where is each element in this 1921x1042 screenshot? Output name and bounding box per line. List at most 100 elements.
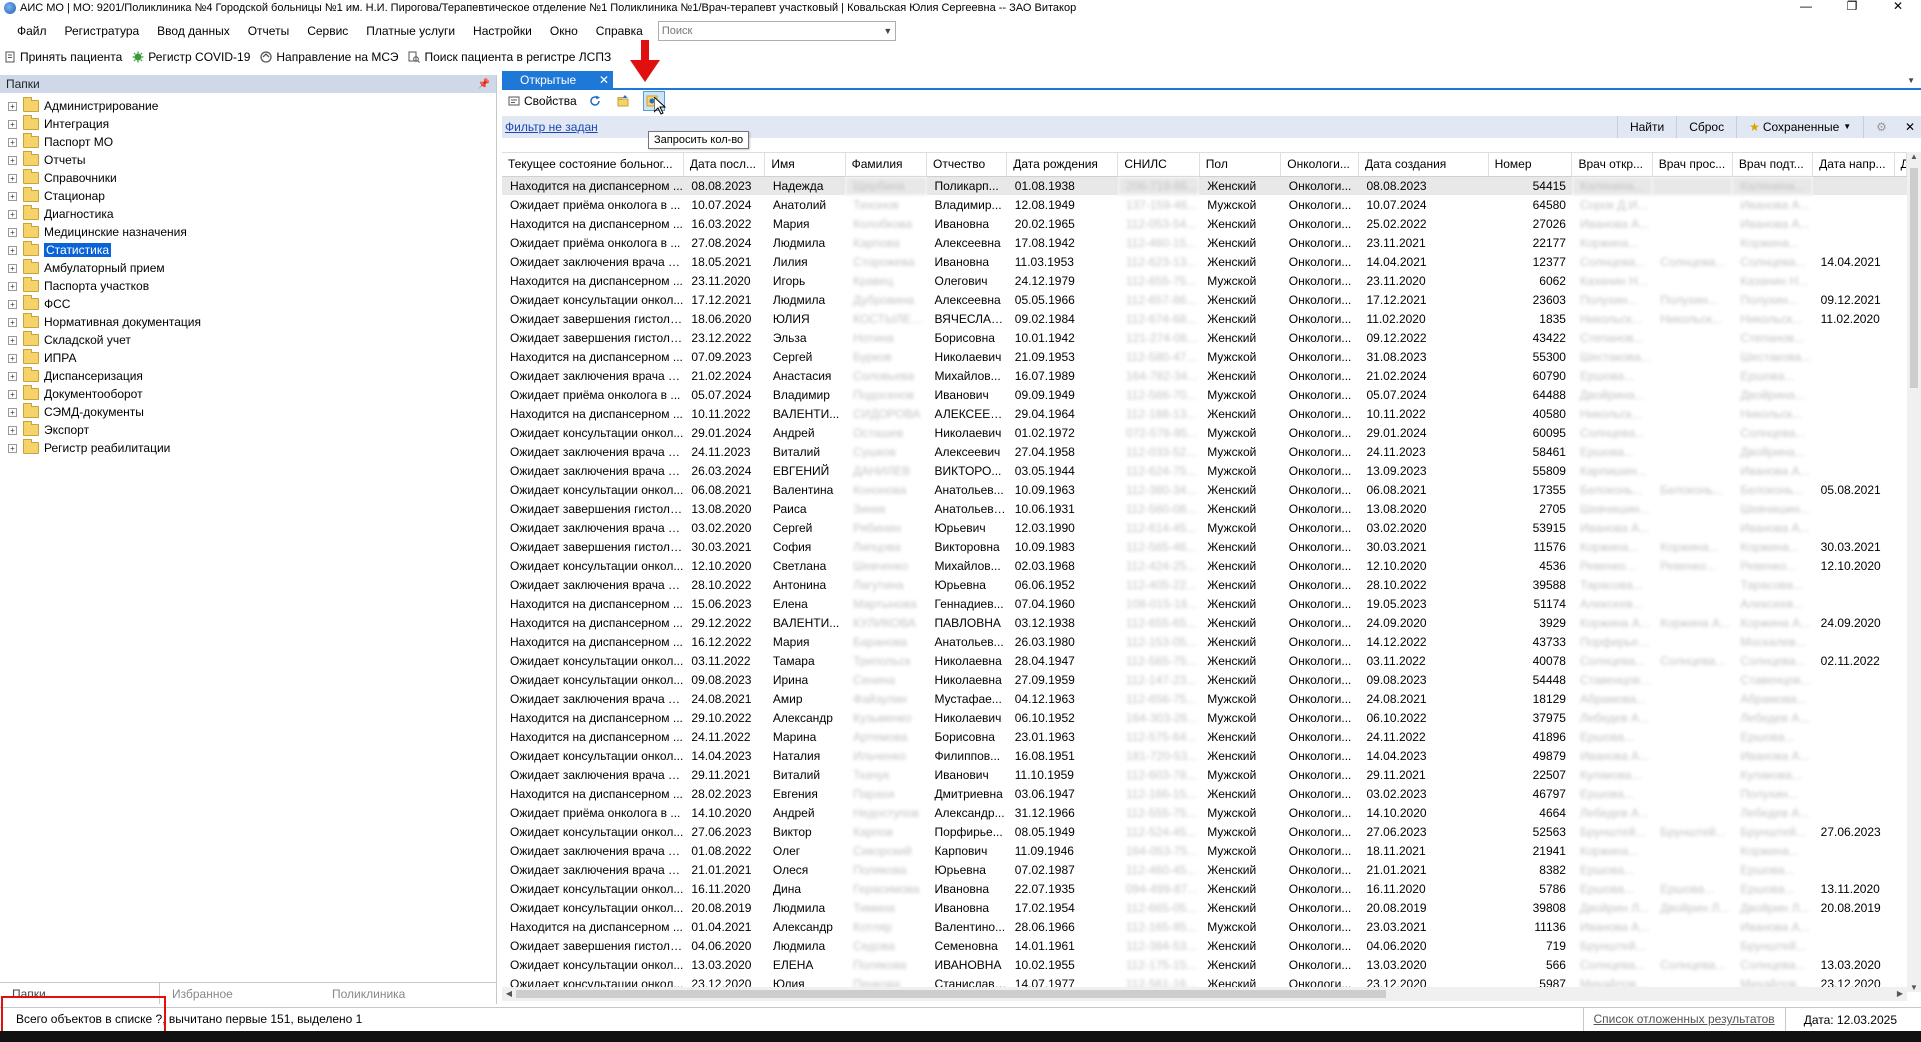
menu-paid-services[interactable]: Платные услуги: [357, 24, 464, 38]
table-row[interactable]: Ожидает заключения врача п... 01.08.2022 О…: [502, 841, 1907, 860]
chevron-down-icon[interactable]: ▼: [881, 26, 895, 36]
table-row[interactable]: Находится на диспансерном ... 29.10.2022 А…: [502, 708, 1907, 727]
expand-icon[interactable]: +: [8, 335, 17, 345]
folder-item[interactable]: + Стационар: [0, 187, 496, 205]
table-row[interactable]: Ожидает консультации онкол... 29.01.2024 А…: [502, 423, 1907, 442]
covid-register-button[interactable]: Регистр COVID-19: [132, 50, 250, 64]
scroll-down-icon[interactable]: ▼: [1907, 983, 1921, 992]
table-row[interactable]: Ожидает завершения гистоло... 13.08.2020 Р…: [502, 499, 1907, 518]
expand-icon[interactable]: +: [8, 263, 17, 273]
folder-item[interactable]: + СЭМД-документы: [0, 403, 496, 421]
menu-reports[interactable]: Отчеты: [239, 24, 298, 38]
expand-icon[interactable]: +: [8, 173, 17, 183]
table-row[interactable]: Ожидает завершения гистоло... 23.12.2022 Э…: [502, 328, 1907, 347]
folder-item[interactable]: + Регистр реабилитации: [0, 439, 496, 457]
folder-item[interactable]: + Паспорта участков: [0, 277, 496, 295]
filter-settings-icon[interactable]: ⚙: [1863, 116, 1899, 138]
expand-icon[interactable]: +: [8, 191, 17, 201]
table-row[interactable]: Ожидает завершения гистоло... 30.03.2021 С…: [502, 537, 1907, 556]
maximize-button[interactable]: ❐: [1829, 0, 1875, 12]
expand-icon[interactable]: +: [8, 425, 17, 435]
expand-icon[interactable]: +: [8, 209, 17, 219]
column-header[interactable]: СНИЛС: [1117, 153, 1200, 177]
expand-icon[interactable]: +: [8, 245, 17, 255]
table-row[interactable]: Ожидает завершения гистоло... 18.06.2020 Ю…: [502, 309, 1907, 328]
expand-icon[interactable]: +: [8, 299, 17, 309]
filter-link[interactable]: Фильтр не задан: [505, 120, 598, 134]
menu-data-entry[interactable]: Ввод данных: [148, 24, 239, 38]
table-row[interactable]: Ожидает приёма онколога в ... 27.08.2024 Л…: [502, 233, 1907, 252]
tab-favorites[interactable]: Избранное: [160, 983, 320, 1004]
folder-item[interactable]: + Интеграция: [0, 115, 496, 133]
folder-item[interactable]: + Справочники: [0, 169, 496, 187]
expand-icon[interactable]: +: [8, 119, 17, 129]
column-header[interactable]: Пол: [1199, 153, 1282, 177]
column-header[interactable]: Врач откр...: [1571, 153, 1653, 177]
table-row[interactable]: Ожидает консультации онкол... 20.08.2019 Л…: [502, 898, 1907, 917]
table-row[interactable]: Находится на диспансерном ... 08.08.2023 Н…: [502, 176, 1907, 195]
vertical-scroll-thumb[interactable]: [1910, 168, 1918, 388]
table-row[interactable]: Ожидает заключения врача п... 18.05.2021 Л…: [502, 252, 1907, 271]
table-row[interactable]: Находится на диспансерном ... 23.11.2020 И…: [502, 271, 1907, 290]
expand-icon[interactable]: +: [8, 101, 17, 111]
column-header[interactable]: Дата рождения: [1006, 153, 1119, 177]
folder-item[interactable]: + Нормативная документация: [0, 313, 496, 331]
folder-item[interactable]: + Документооборот: [0, 385, 496, 403]
expand-icon[interactable]: +: [8, 227, 17, 237]
folder-item[interactable]: + Диагностика: [0, 205, 496, 223]
table-row[interactable]: Ожидает заключения врача п... 28.10.2022 А…: [502, 575, 1907, 594]
expand-icon[interactable]: +: [8, 371, 17, 381]
column-header[interactable]: Имя: [764, 153, 846, 177]
reset-button[interactable]: Сброс: [1676, 116, 1736, 138]
expand-icon[interactable]: +: [8, 155, 17, 165]
folder-item[interactable]: + Администрирование: [0, 97, 496, 115]
table-row[interactable]: Ожидает заключения врача п... 21.02.2024 А…: [502, 366, 1907, 385]
expand-icon[interactable]: +: [8, 353, 17, 363]
table-row[interactable]: Ожидает заключения врача п... 03.02.2020 С…: [502, 518, 1907, 537]
column-header[interactable]: Фамилия: [845, 153, 928, 177]
tab-polyclinic[interactable]: Поликлиника: [320, 983, 480, 1004]
expand-icon[interactable]: +: [8, 443, 17, 453]
table-row[interactable]: Ожидает консультации онкол... 16.11.2020 Д…: [502, 879, 1907, 898]
column-header[interactable]: Текущее состояние больног...: [502, 153, 684, 177]
expand-icon[interactable]: +: [8, 281, 17, 291]
table-row[interactable]: Находится на диспансерном ... 01.04.2021 А…: [502, 917, 1907, 936]
table-row[interactable]: Ожидает заключения врача п... 21.01.2021 О…: [502, 860, 1907, 879]
saved-filters-button[interactable]: ★ Сохраненные ▼: [1736, 116, 1863, 138]
column-header[interactable]: Врач подт...: [1732, 153, 1814, 177]
refresh-button[interactable]: [587, 91, 607, 111]
horizontal-scroll-thumb[interactable]: [516, 990, 1386, 998]
menu-file[interactable]: Файл: [8, 24, 56, 38]
column-header[interactable]: Дата посл...: [683, 153, 766, 177]
table-row[interactable]: Ожидает консультации онкол... 06.08.2021 В…: [502, 480, 1907, 499]
column-header[interactable]: Номер: [1488, 153, 1573, 177]
close-window-button[interactable]: ✕: [1875, 0, 1921, 12]
close-filter-icon[interactable]: ✕: [1899, 116, 1921, 138]
expand-icon[interactable]: +: [8, 137, 17, 147]
column-header[interactable]: Онкологи...: [1280, 153, 1359, 177]
table-row[interactable]: Ожидает консультации онкол... 03.11.2022 Т…: [502, 651, 1907, 670]
table-row[interactable]: Ожидает заключения врача п... 24.08.2021 А…: [502, 689, 1907, 708]
table-row[interactable]: Находится на диспансерном ... 10.11.2022 В…: [502, 404, 1907, 423]
table-row[interactable]: Ожидает заключения врача п... 26.03.2024 Е…: [502, 461, 1907, 480]
scroll-up-icon[interactable]: ▲: [1907, 152, 1921, 161]
table-row[interactable]: Находится на диспансерном ... 28.02.2023 Е…: [502, 784, 1907, 803]
folder-item[interactable]: + Складской учет: [0, 331, 496, 349]
table-row[interactable]: Ожидает консультации онкол... 27.06.2023 В…: [502, 822, 1907, 841]
pin-icon[interactable]: 📌: [478, 79, 490, 90]
column-header[interactable]: Дата напр...: [1812, 153, 1895, 177]
table-row[interactable]: Находится на диспансерном ... 16.03.2022 М…: [502, 214, 1907, 233]
expand-icon[interactable]: +: [8, 317, 17, 327]
table-row[interactable]: Ожидает консультации онкол... 14.04.2023 Н…: [502, 746, 1907, 765]
table-row[interactable]: Находится на диспансерном ... 15.06.2023 Е…: [502, 594, 1907, 613]
properties-button[interactable]: Свойства: [506, 91, 579, 111]
scroll-right-icon[interactable]: ▶: [1893, 987, 1907, 1001]
folder-item[interactable]: + Амбулаторный прием: [0, 259, 496, 277]
column-header[interactable]: Д: [1894, 153, 1907, 177]
tab-open-documents[interactable]: Открытые ✕: [502, 71, 613, 88]
folder-item[interactable]: + Экспорт: [0, 421, 496, 439]
menu-service[interactable]: Сервис: [298, 24, 357, 38]
folder-item[interactable]: + Медицинские назначения: [0, 223, 496, 241]
folder-item[interactable]: + Отчеты: [0, 151, 496, 169]
column-header[interactable]: Дата создания: [1358, 153, 1489, 177]
